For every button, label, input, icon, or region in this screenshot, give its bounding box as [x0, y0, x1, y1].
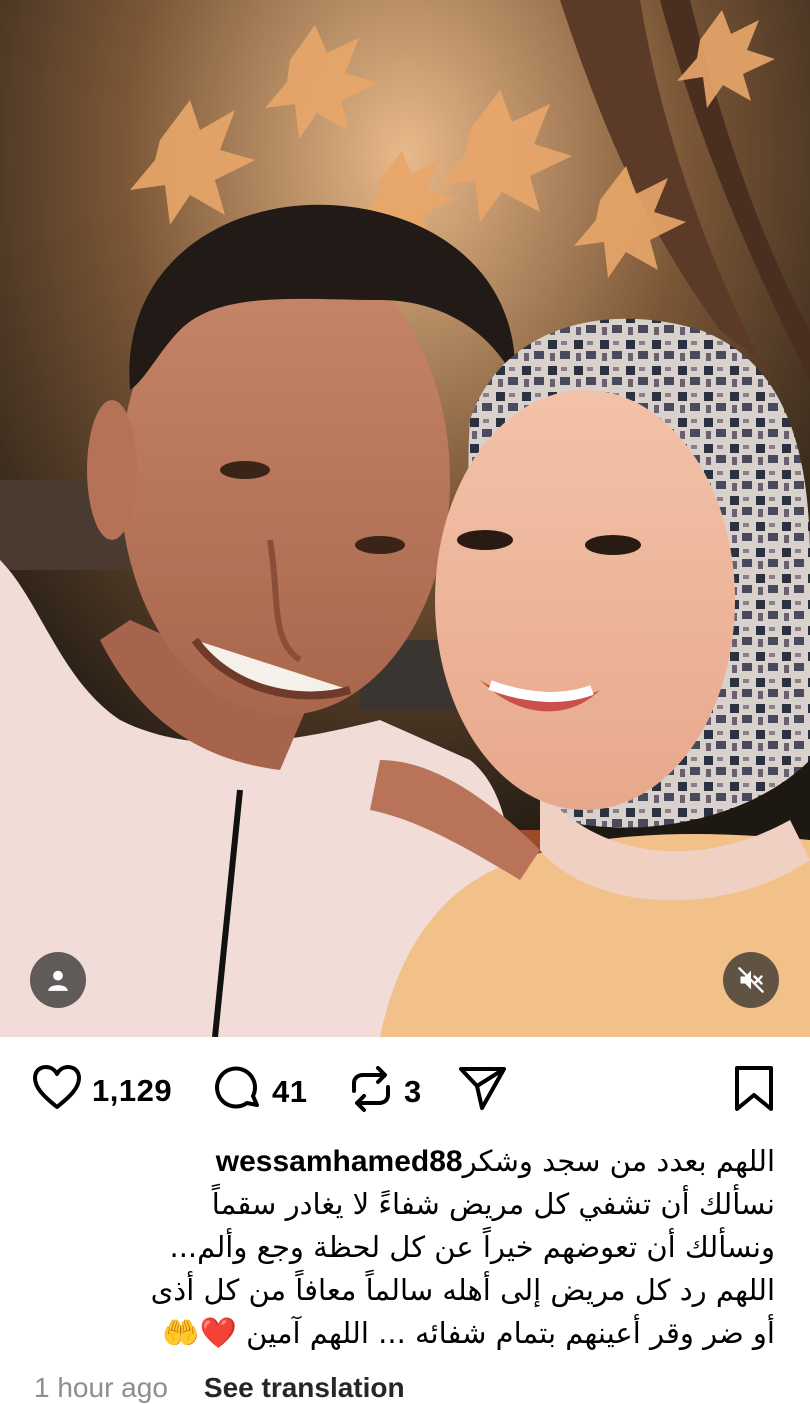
comment-count[interactable]: 41 — [272, 1074, 307, 1110]
caption-text: اللهم بعدد من سجد وشكر — [462, 1144, 775, 1178]
comment-button[interactable]: 41 — [214, 1065, 307, 1118]
caption-text: أو ضر وقر أعينهم بتمام شفائه ... اللهم آ… — [246, 1316, 775, 1350]
post-photo[interactable] — [0, 0, 810, 1037]
user-tag-button[interactable] — [30, 952, 86, 1008]
caption-line-1: اللهم بعدد من سجد وشكرwessamhamed88 — [30, 1140, 775, 1183]
heart-icon — [32, 1065, 82, 1116]
post-caption: اللهم بعدد من سجد وشكرwessamhamed88 نسأل… — [30, 1140, 775, 1355]
repost-button[interactable]: 3 — [348, 1065, 422, 1118]
caption-line-2: نسألك أن تشفي كل مريض شفاءً لا يغادر سقم… — [211, 1187, 775, 1221]
like-button[interactable]: 1,129 — [32, 1065, 172, 1116]
like-count[interactable]: 1,129 — [92, 1073, 172, 1109]
bookmark-icon — [733, 1065, 775, 1118]
share-button[interactable] — [458, 1065, 508, 1116]
caption-line-5: أو ضر وقر أعينهم بتمام شفائه ... اللهم آ… — [30, 1312, 775, 1355]
caption-line-4: اللهم رد كل مريض إلى أهله سالماً معافاً … — [150, 1273, 775, 1307]
paper-plane-icon — [458, 1065, 508, 1116]
post-meta: 1 hour ago See translation — [34, 1372, 405, 1404]
repost-count[interactable]: 3 — [404, 1074, 422, 1110]
comment-bubble-icon — [214, 1065, 262, 1118]
post-timestamp: 1 hour ago — [34, 1372, 168, 1403]
caption-line-3: ونسألك أن تعوضهم خيراً عن كل لحظة وجع وأ… — [169, 1230, 776, 1264]
repost-icon — [348, 1065, 394, 1118]
speaker-muted-icon — [737, 966, 765, 994]
photo-illustration — [0, 0, 810, 1037]
person-icon — [45, 967, 71, 993]
username-link[interactable]: wessamhamed88 — [216, 1145, 463, 1178]
mute-button[interactable] — [723, 952, 779, 1008]
see-translation-link[interactable]: See translation — [204, 1372, 405, 1404]
heart-hands-emoji: ❤️🤲 — [162, 1316, 237, 1351]
post-actions-bar: 1,129 41 3 — [0, 1037, 810, 1142]
save-button[interactable] — [733, 1065, 775, 1118]
